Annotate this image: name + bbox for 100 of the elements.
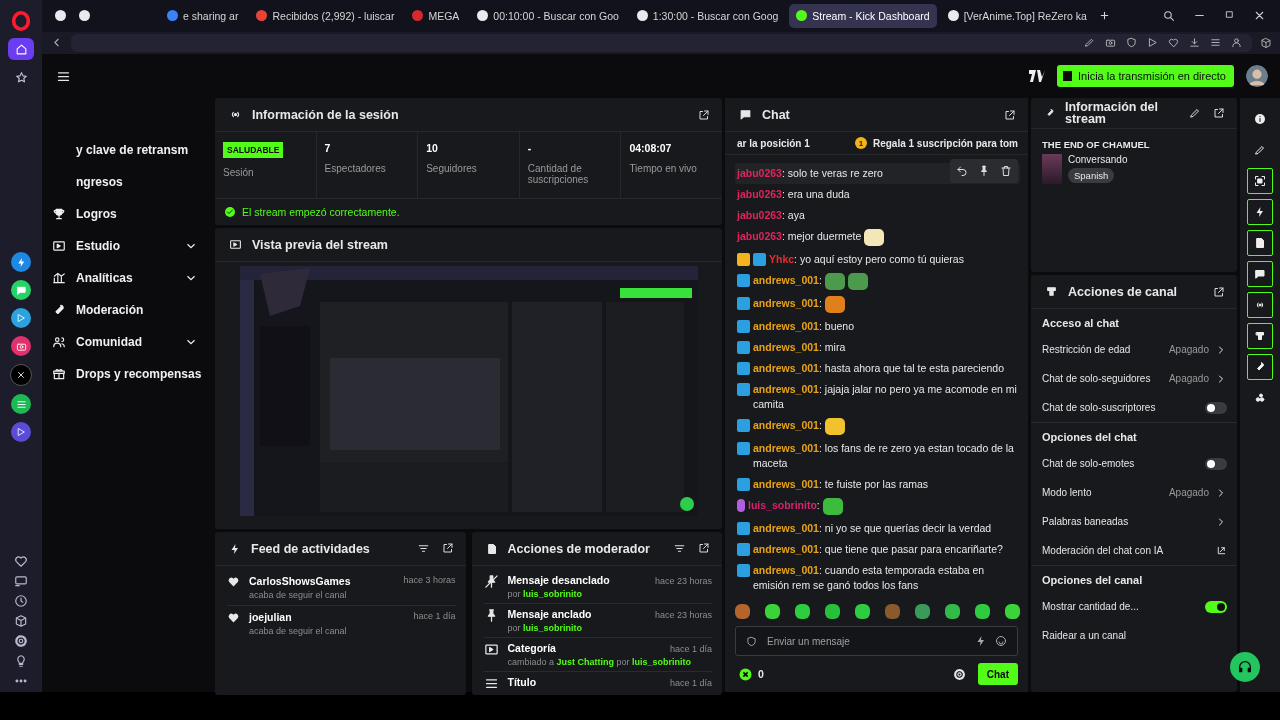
chat-username[interactable]: andrews_001 [753, 320, 819, 332]
toggle-switch[interactable] [1205, 457, 1227, 470]
help-button[interactable] [1230, 652, 1260, 682]
rail-button[interactable] [1247, 292, 1273, 318]
setting-row[interactable]: Raidear a un canal [1042, 621, 1227, 650]
settings-icon[interactable] [14, 634, 28, 648]
nav-item[interactable]: Comunidad [42, 326, 212, 358]
smile-icon[interactable] [995, 635, 1007, 647]
browser-tab[interactable]: e sharing ar [160, 3, 246, 28]
category-name[interactable]: Conversando [1068, 154, 1128, 165]
setting-row[interactable]: Restricción de edad Apagado [1042, 335, 1227, 364]
chat-username[interactable]: andrews_001 [753, 362, 819, 374]
restore-icon[interactable] [1224, 9, 1235, 21]
user-link[interactable]: luis_sobrinito [523, 623, 583, 633]
rail-button[interactable] [1247, 230, 1273, 256]
search-icon[interactable] [1162, 9, 1175, 23]
download-icon[interactable] [1189, 37, 1200, 49]
heart-icon[interactable] [14, 554, 28, 568]
setting-row[interactable]: Modo lento Apagado [1042, 478, 1227, 507]
trash-icon[interactable] [1000, 165, 1012, 177]
emote-icon[interactable] [825, 603, 840, 619]
expand-icon[interactable] [1004, 108, 1016, 121]
message-input[interactable]: Enviar un mensaje [765, 634, 967, 648]
chat-username[interactable]: andrews_001 [753, 543, 819, 555]
emote-icon[interactable] [795, 603, 810, 619]
chat-username[interactable]: andrews_001 [753, 419, 819, 431]
chat-username[interactable]: jabu0263 [737, 188, 782, 200]
user-link[interactable]: luis_sobrinito [523, 589, 583, 599]
cast-icon[interactable] [14, 574, 28, 588]
cube-icon[interactable] [1260, 36, 1272, 49]
clock-icon[interactable] [14, 594, 28, 608]
user-link[interactable]: Just Chatting [556, 657, 615, 667]
sidebar-button[interactable] [8, 38, 34, 60]
go-live-button[interactable]: Inicia la transmisión en directo [1057, 65, 1234, 87]
user-icon[interactable] [1231, 37, 1242, 49]
toggle-switch[interactable] [1205, 600, 1227, 613]
rail-button[interactable] [1247, 323, 1273, 349]
shield-icon[interactable] [1126, 37, 1137, 49]
chat-username[interactable]: jabu0263 [737, 209, 782, 221]
toggle-switch[interactable] [1205, 401, 1227, 414]
emote-icon[interactable] [915, 603, 930, 619]
chat-username[interactable]: jabu0263 [737, 230, 782, 242]
send-button[interactable]: Chat [977, 663, 1018, 685]
setting-row[interactable]: Palabras baneadas [1042, 507, 1227, 536]
phone-bubble-icon[interactable] [11, 280, 31, 300]
nav-item[interactable]: Estudio [42, 230, 212, 262]
expand-icon[interactable] [698, 542, 710, 554]
expand-icon[interactable] [441, 542, 454, 554]
emote-icon[interactable] [975, 603, 990, 619]
setting-row[interactable]: Chat de solo-seguidores Apagado [1042, 364, 1227, 393]
emote-icon[interactable] [765, 603, 780, 619]
follower-name[interactable]: CarlosShowsGames [249, 575, 395, 587]
expand-icon[interactable] [1213, 107, 1225, 119]
browser-tab[interactable]: 00:10:00 - Buscar con Goo [470, 3, 626, 28]
setting-row[interactable]: Moderación del chat con IA [1042, 536, 1227, 565]
chat-username[interactable]: andrews_001 [753, 297, 819, 309]
avatar-icon[interactable] [1246, 65, 1268, 87]
browser-tab[interactable]: Recibidos (2,992) - luiscar [249, 3, 402, 28]
browser-tab[interactable]: [VerAnime.Top] ReZero ka [940, 3, 1094, 28]
cube-icon[interactable] [14, 614, 28, 628]
rail-button[interactable] [1247, 261, 1273, 287]
nav-item[interactable]: Drops y recompensas [42, 358, 212, 390]
setting-row[interactable]: Chat de solo-emotes [1042, 449, 1227, 478]
browser-tab[interactable]: Stream - Kick Dashboard [789, 3, 937, 28]
chat-username[interactable]: andrews_001 [753, 274, 819, 286]
follower-name[interactable]: joejulian [249, 611, 405, 623]
bulb-icon[interactable] [14, 654, 28, 668]
x-mark-icon[interactable] [10, 364, 32, 386]
chat-username[interactable]: andrews_001 [753, 478, 819, 490]
chat-username[interactable]: andrews_001 [753, 341, 819, 353]
rail-button[interactable] [1247, 168, 1273, 194]
filter-icon[interactable] [416, 542, 430, 555]
chat-username[interactable]: andrews_001 [753, 442, 819, 454]
emote-icon[interactable] [855, 603, 870, 619]
setting-row[interactable]: Chat de solo-suscriptores [1042, 393, 1227, 422]
user-link[interactable]: luis_sobrinito [632, 657, 692, 667]
chat-username[interactable]: andrews_001 [753, 383, 819, 395]
chat-composer[interactable]: Enviar un mensaje [735, 626, 1018, 656]
emote-icon[interactable] [735, 603, 750, 619]
rail-button[interactable] [1247, 354, 1273, 380]
browser-tab[interactable]: MEGA [405, 3, 467, 28]
camera-app-icon[interactable] [11, 336, 31, 356]
menu-icon[interactable] [1210, 37, 1221, 49]
pencil-icon[interactable] [1189, 107, 1201, 119]
filter-icon[interactable] [673, 542, 686, 555]
rail-button[interactable] [1247, 199, 1273, 225]
nav-item[interactable]: Moderación [42, 294, 212, 326]
browser-tab[interactable]: 1:30:00 - Buscar con Goog [629, 3, 786, 28]
nav-item[interactable]: Logros [42, 198, 212, 230]
nav-item[interactable]: y clave de retransm [42, 134, 212, 166]
emote-icon[interactable] [945, 603, 960, 619]
nav-item[interactable]: Analíticas [42, 262, 212, 294]
pin-icon[interactable] [978, 165, 990, 177]
chat-username[interactable]: luis_sobrinito [748, 499, 817, 511]
browser-logo-icon[interactable] [10, 10, 32, 32]
logo-icon[interactable] [1029, 70, 1046, 82]
nav-item[interactable]: ngresos [42, 166, 212, 198]
expand-icon[interactable] [1213, 285, 1225, 298]
emote-icon[interactable] [1005, 603, 1020, 619]
chat-username[interactable]: andrews_001 [753, 564, 819, 576]
